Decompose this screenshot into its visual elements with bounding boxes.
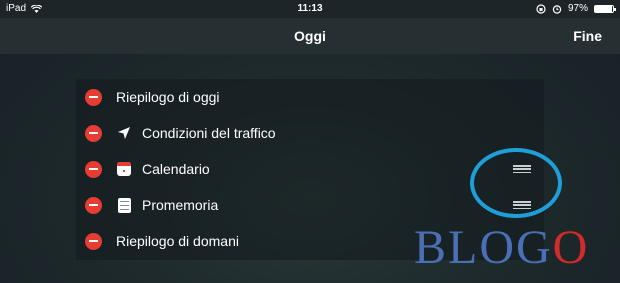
list-item-promemoria: Promemoria	[76, 187, 544, 223]
orientation-lock-icon	[536, 3, 546, 14]
location-arrow-icon	[116, 125, 132, 141]
delete-button[interactable]	[85, 88, 102, 106]
reorder-handle-icon[interactable]	[513, 163, 531, 175]
status-time: 11:13	[297, 3, 323, 14]
list-item-label: Riepilogo di domani	[116, 233, 239, 249]
alarm-icon	[552, 4, 562, 14]
list-item-label: Calendario	[142, 161, 210, 177]
page-title: Oggi	[294, 28, 326, 44]
delete-button[interactable]	[85, 196, 102, 214]
delete-button[interactable]	[85, 232, 102, 250]
delete-button[interactable]	[85, 160, 102, 178]
watermark-text: BLOG	[414, 221, 553, 274]
list-item-traffico: Condizioni del traffico	[76, 115, 544, 151]
status-bar: iPad 11:13 97%	[0, 0, 620, 18]
nav-bar: Oggi Fine	[0, 18, 620, 54]
reminders-icon	[116, 197, 132, 213]
battery-fill	[595, 5, 613, 12]
list-item-label: Promemoria	[142, 197, 219, 213]
list-item-riepilogo-oggi: Riepilogo di oggi	[76, 79, 544, 115]
battery-icon	[594, 4, 616, 13]
delete-button[interactable]	[85, 124, 102, 142]
done-button[interactable]: Fine	[573, 28, 602, 44]
list-item-label: Riepilogo di oggi	[116, 89, 220, 105]
battery-percent: 97%	[567, 3, 588, 14]
watermark-accent: O	[552, 221, 590, 274]
list-item-calendario: Calendario	[76, 151, 544, 187]
reorder-handle-icon[interactable]	[513, 199, 531, 211]
calendar-icon	[116, 161, 132, 177]
blogo-watermark: BLOGO	[414, 224, 589, 272]
list-item-label: Condizioni del traffico	[142, 125, 276, 141]
status-right: 97%	[536, 3, 616, 14]
